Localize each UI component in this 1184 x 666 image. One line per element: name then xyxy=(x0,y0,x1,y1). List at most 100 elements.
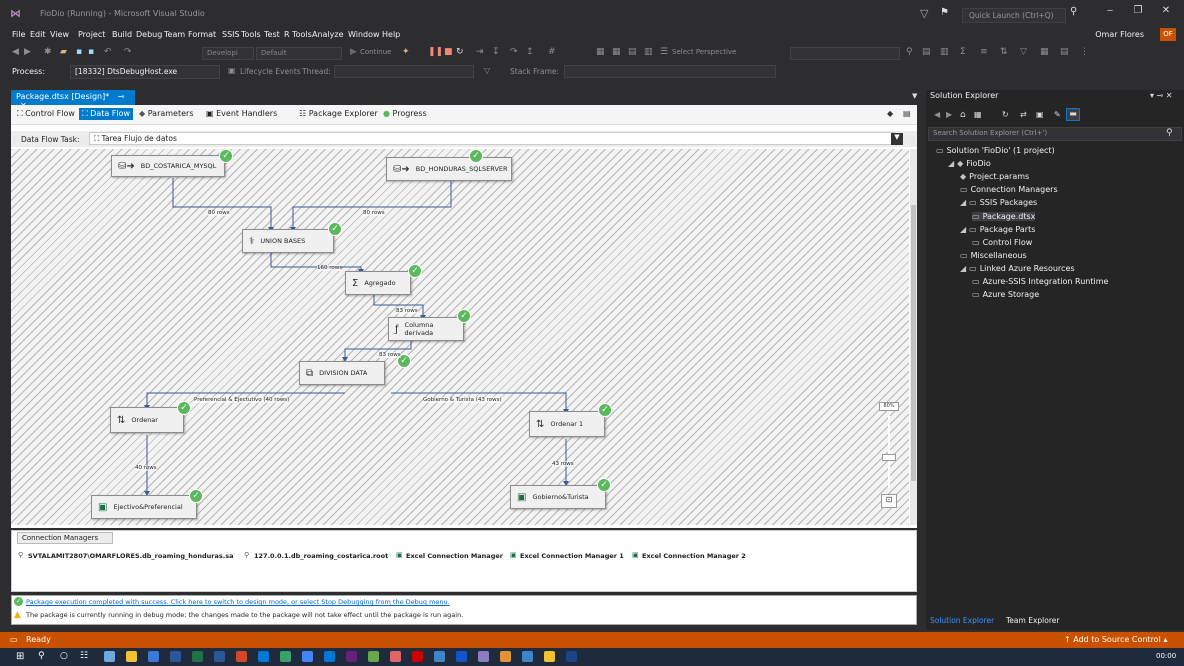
scrollbar-thumb[interactable] xyxy=(911,205,916,481)
app-icon[interactable] xyxy=(478,651,489,662)
menu-edit[interactable]: Edit xyxy=(30,30,46,39)
fit-to-window-icon[interactable]: ⊡ xyxy=(881,494,897,508)
task-dropdown-icon[interactable]: ▼ xyxy=(891,133,903,145)
pending-changes-icon[interactable]: ↻ xyxy=(1002,110,1009,119)
grid-icon[interactable]: ▤ xyxy=(628,47,637,57)
attach-icon[interactable]: ✦ xyxy=(402,47,410,57)
transform-union-bases[interactable]: ⚕ UNION BASES xyxy=(242,229,334,253)
menu-build[interactable]: Build xyxy=(112,30,132,39)
search-icon[interactable]: ⚲ xyxy=(1166,128,1173,138)
show-next-statement-icon[interactable]: ⇥ xyxy=(476,47,484,57)
expand-arrow-icon[interactable]: ◢ xyxy=(960,198,966,207)
open-folder-icon[interactable]: ▰ xyxy=(60,47,67,57)
menu-ssis[interactable]: SSIS xyxy=(222,30,240,39)
app-icon[interactable] xyxy=(434,651,445,662)
add-to-source-control-button[interactable]: ↑ Add to Source Control ▴ xyxy=(1064,635,1167,644)
quick-launch-input[interactable]: Quick Launch (Ctrl+Q) xyxy=(962,8,1066,23)
menu-project[interactable]: Project xyxy=(78,30,105,39)
pause-icon[interactable]: ❚❚ xyxy=(428,47,443,57)
powerpoint-icon[interactable] xyxy=(236,651,247,662)
connections-icon[interactable]: ◆ xyxy=(887,109,893,118)
tree-item[interactable]: ◢ ▭ Linked Azure Resources xyxy=(960,264,1075,273)
menu-window[interactable]: Window xyxy=(348,30,380,39)
tree-item[interactable]: ◢ ▭ Package Parts xyxy=(960,225,1035,234)
save-icon[interactable]: ▪ xyxy=(76,47,82,57)
stack-frame-combo[interactable] xyxy=(564,65,776,78)
tree-item[interactable]: ▭ Connection Managers xyxy=(960,185,1058,194)
expand-arrow-icon[interactable]: ◢ xyxy=(960,225,966,234)
menu-r-tools[interactable]: R Tools xyxy=(284,30,312,39)
tab-event-handlers[interactable]: ▣ Event Handlers xyxy=(206,109,277,118)
user-name[interactable]: Omar Flores xyxy=(1095,30,1144,39)
tab-solution-explorer[interactable]: Solution Explorer xyxy=(930,616,994,625)
connection-manager-costarica[interactable]: 127.0.0.1.db_roaming_costarica.root xyxy=(254,552,388,560)
data-flow-canvas[interactable]: ⛁➜ BD_COSTARICA_MYSQL ✓ ⛁➜ BD_HONDURAS_SQL… xyxy=(11,149,909,525)
transform-ordenar[interactable]: ⇅ Ordenar xyxy=(110,407,184,433)
stop-icon[interactable]: ■ xyxy=(444,47,453,57)
tab-package-design[interactable]: Package.dtsx [Design]* ⊸ ✕ xyxy=(11,90,135,110)
configuration-combo[interactable]: Developi xyxy=(202,47,254,60)
app-icon[interactable] xyxy=(544,651,555,662)
app-icon[interactable] xyxy=(390,651,401,662)
destination-ejectivo-preferencial[interactable]: ▣ Ejectivo&Preferencial xyxy=(91,495,197,519)
tree-item[interactable]: ◢ ▭ SSIS Packages xyxy=(960,198,1037,207)
thread-combo[interactable] xyxy=(334,65,474,78)
pin-icon[interactable]: ⊸ xyxy=(118,92,125,101)
switch-views-icon[interactable]: ▦ xyxy=(974,110,982,119)
minimize-button[interactable]: ‒ xyxy=(1100,5,1120,21)
flag-threads-icon[interactable]: ▽ xyxy=(484,66,490,75)
transform-agregado[interactable]: Σ Agregado xyxy=(345,271,411,295)
continue-button[interactable]: Continue xyxy=(360,48,391,56)
tree-item[interactable]: ◢ ◆ FioDio xyxy=(948,159,991,168)
platform-combo[interactable]: Default xyxy=(256,47,342,60)
step-into-icon[interactable]: ↧ xyxy=(492,47,500,57)
success-message-link[interactable]: Package execution completed with success… xyxy=(26,598,450,606)
tab-team-explorer[interactable]: Team Explorer xyxy=(1006,616,1059,625)
app-icon[interactable] xyxy=(324,651,335,662)
tree-item[interactable]: ▭ Azure-SSIS Integration Runtime xyxy=(972,277,1108,286)
collapse-all-icon[interactable]: ▣ xyxy=(1036,110,1044,119)
undo-icon[interactable]: ↶ xyxy=(104,47,112,57)
sum-icon[interactable]: Σ xyxy=(960,47,966,57)
select-perspective[interactable]: Select Perspective xyxy=(672,48,736,56)
menu-format[interactable]: Format xyxy=(188,30,216,39)
app-icon[interactable] xyxy=(456,651,467,662)
chart-icon[interactable]: ▥ xyxy=(940,47,949,57)
step-out-icon[interactable]: ↥ xyxy=(526,47,534,57)
feedback-icon[interactable]: ⚑ xyxy=(940,7,949,18)
app-icon[interactable] xyxy=(368,651,379,662)
find-icon[interactable]: ⚲ xyxy=(906,47,913,57)
back-icon[interactable]: ◀ xyxy=(934,110,940,119)
cortana-icon[interactable]: ○ xyxy=(60,651,68,661)
expand-arrow-icon[interactable]: ◢ xyxy=(948,159,954,168)
zoom-slider-track[interactable] xyxy=(888,414,890,488)
source-bd-costarica[interactable]: ⛁➜ BD_COSTARICA_MYSQL xyxy=(111,155,225,177)
tree-item[interactable]: ◆ Project.params xyxy=(960,172,1029,181)
connection-manager-honduras[interactable]: SVTALAMIT2807\OMARFLORES.db_roaming_hond… xyxy=(28,552,233,560)
step-over-icon[interactable]: ↷ xyxy=(510,47,518,57)
sync-icon[interactable]: ⇄ xyxy=(1020,110,1027,119)
forward-icon[interactable]: ▶ xyxy=(946,110,952,119)
word-icon[interactable] xyxy=(214,651,225,662)
expand-arrow-icon[interactable]: ◢ xyxy=(960,264,966,273)
rows-icon[interactable]: ▤ xyxy=(1060,47,1069,57)
table-tools-icon[interactable]: ▤ xyxy=(922,47,931,57)
app-icon[interactable] xyxy=(522,651,533,662)
filter-icon[interactable]: ▽ xyxy=(920,7,928,20)
menu-file[interactable]: File xyxy=(12,30,25,39)
process-combo[interactable]: [18332] DtsDebugHost.exe xyxy=(70,65,220,79)
cube-icon[interactable]: ▦ xyxy=(596,47,605,57)
search-icon[interactable]: ⚲ xyxy=(38,651,45,661)
menu-tools[interactable]: Tools xyxy=(241,30,261,39)
solution-explorer-search[interactable]: Search Solution Explorer (Ctrl+') xyxy=(928,127,1182,141)
app-icon[interactable] xyxy=(258,651,269,662)
tree-item[interactable]: ▭ Control Flow xyxy=(972,238,1032,247)
perspective-combo[interactable] xyxy=(790,47,900,60)
options-icon[interactable]: ⋮ xyxy=(1080,47,1089,57)
zoom-to-fit-icon[interactable]: ▤ xyxy=(903,109,911,118)
menu-help[interactable]: Help xyxy=(382,30,400,39)
task-view-icon[interactable]: ☷ xyxy=(80,651,88,661)
zoom-slider-thumb[interactable] xyxy=(882,454,896,461)
restore-button[interactable]: ❐ xyxy=(1128,5,1148,21)
app-icon[interactable] xyxy=(566,651,577,662)
